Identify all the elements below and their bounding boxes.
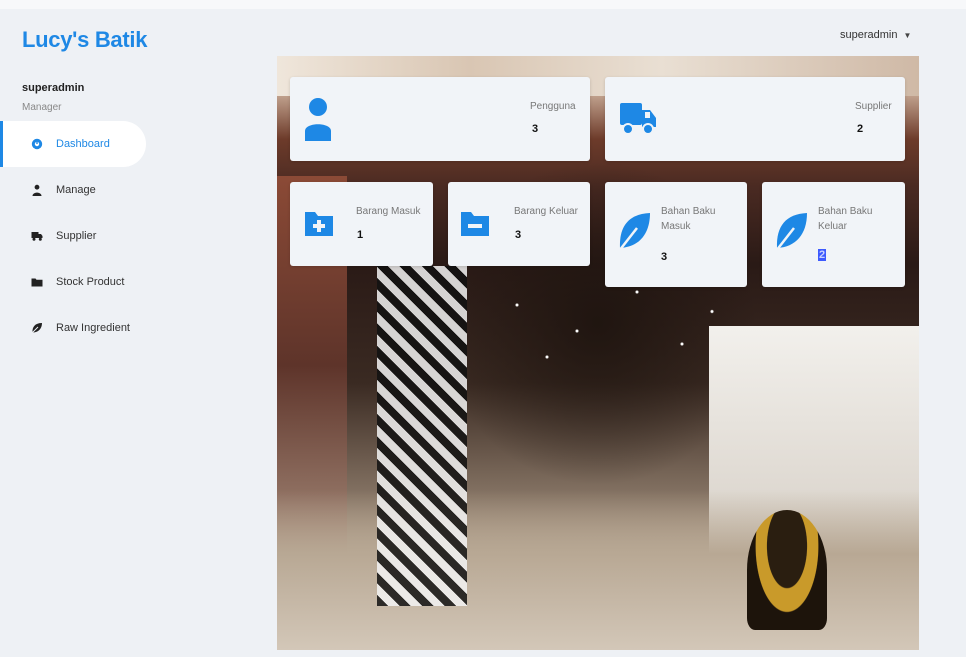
top-strip: [0, 0, 966, 9]
card-label: Barang Keluar: [514, 206, 578, 217]
card-pengguna[interactable]: Pengguna 3: [290, 77, 590, 161]
brand-logo[interactable]: Lucy's Batik: [22, 27, 147, 53]
sidebar-nav: Dashboard Manage Supplier Stock Product …: [0, 121, 260, 351]
user-menu-label: superadmin: [840, 29, 898, 41]
profile-role: Manager: [22, 102, 62, 113]
card-bahan-baku-masuk[interactable]: Bahan Baku Masuk 3: [605, 182, 747, 287]
sidebar-item-supplier[interactable]: Supplier: [0, 213, 260, 259]
sidebar-item-label: Stock Product: [56, 276, 125, 288]
folder-plus-icon: [304, 208, 334, 243]
sidebar-item-raw-ingredient[interactable]: Raw Ingredient: [0, 305, 260, 351]
folder-minus-icon: [460, 208, 490, 243]
card-value: 2: [857, 123, 864, 135]
app-root: Lucy's Batik superadmin ▼ superadmin Man…: [0, 9, 966, 657]
card-label: Barang Masuk: [356, 206, 421, 217]
card-label: Supplier: [855, 101, 892, 112]
sidebar-item-manage[interactable]: Manage: [0, 167, 260, 213]
card-value: 3: [532, 123, 539, 135]
truck-icon: [619, 99, 657, 142]
sidebar-item-dashboard[interactable]: Dashboard: [0, 121, 146, 167]
caret-down-icon: ▼: [903, 30, 912, 40]
sidebar-item-label: Dashboard: [56, 138, 110, 150]
card-value: 2: [818, 249, 827, 261]
card-supplier[interactable]: Supplier 2: [605, 77, 905, 161]
card-barang-keluar[interactable]: Barang Keluar 3: [448, 182, 590, 266]
profile-name: superadmin: [22, 82, 85, 94]
card-label: Bahan Baku Masuk: [661, 206, 716, 232]
card-bahan-baku-keluar[interactable]: Bahan Baku Keluar 2: [762, 182, 905, 287]
truck-icon: [30, 229, 44, 243]
card-barang-masuk[interactable]: Barang Masuk 1: [290, 182, 433, 266]
sidebar-item-label: Manage: [56, 184, 96, 196]
user-menu[interactable]: superadmin ▼: [840, 29, 911, 41]
leaf-icon: [617, 212, 651, 257]
leaf-icon: [30, 321, 44, 335]
card-value: 1: [357, 229, 364, 241]
sidebar-item-stock-product[interactable]: Stock Product: [0, 259, 260, 305]
user-icon: [30, 183, 44, 197]
sidebar-item-label: Supplier: [56, 230, 97, 242]
dashboard-icon: [30, 137, 44, 151]
card-label: Pengguna: [530, 101, 576, 112]
folder-icon: [30, 275, 44, 289]
card-value: 3: [515, 229, 522, 241]
user-icon: [304, 97, 332, 146]
sidebar-item-label: Raw Ingredient: [56, 322, 130, 334]
card-label: Bahan Baku Keluar: [818, 206, 873, 232]
card-value: 3: [661, 251, 668, 263]
leaf-icon: [774, 212, 808, 257]
